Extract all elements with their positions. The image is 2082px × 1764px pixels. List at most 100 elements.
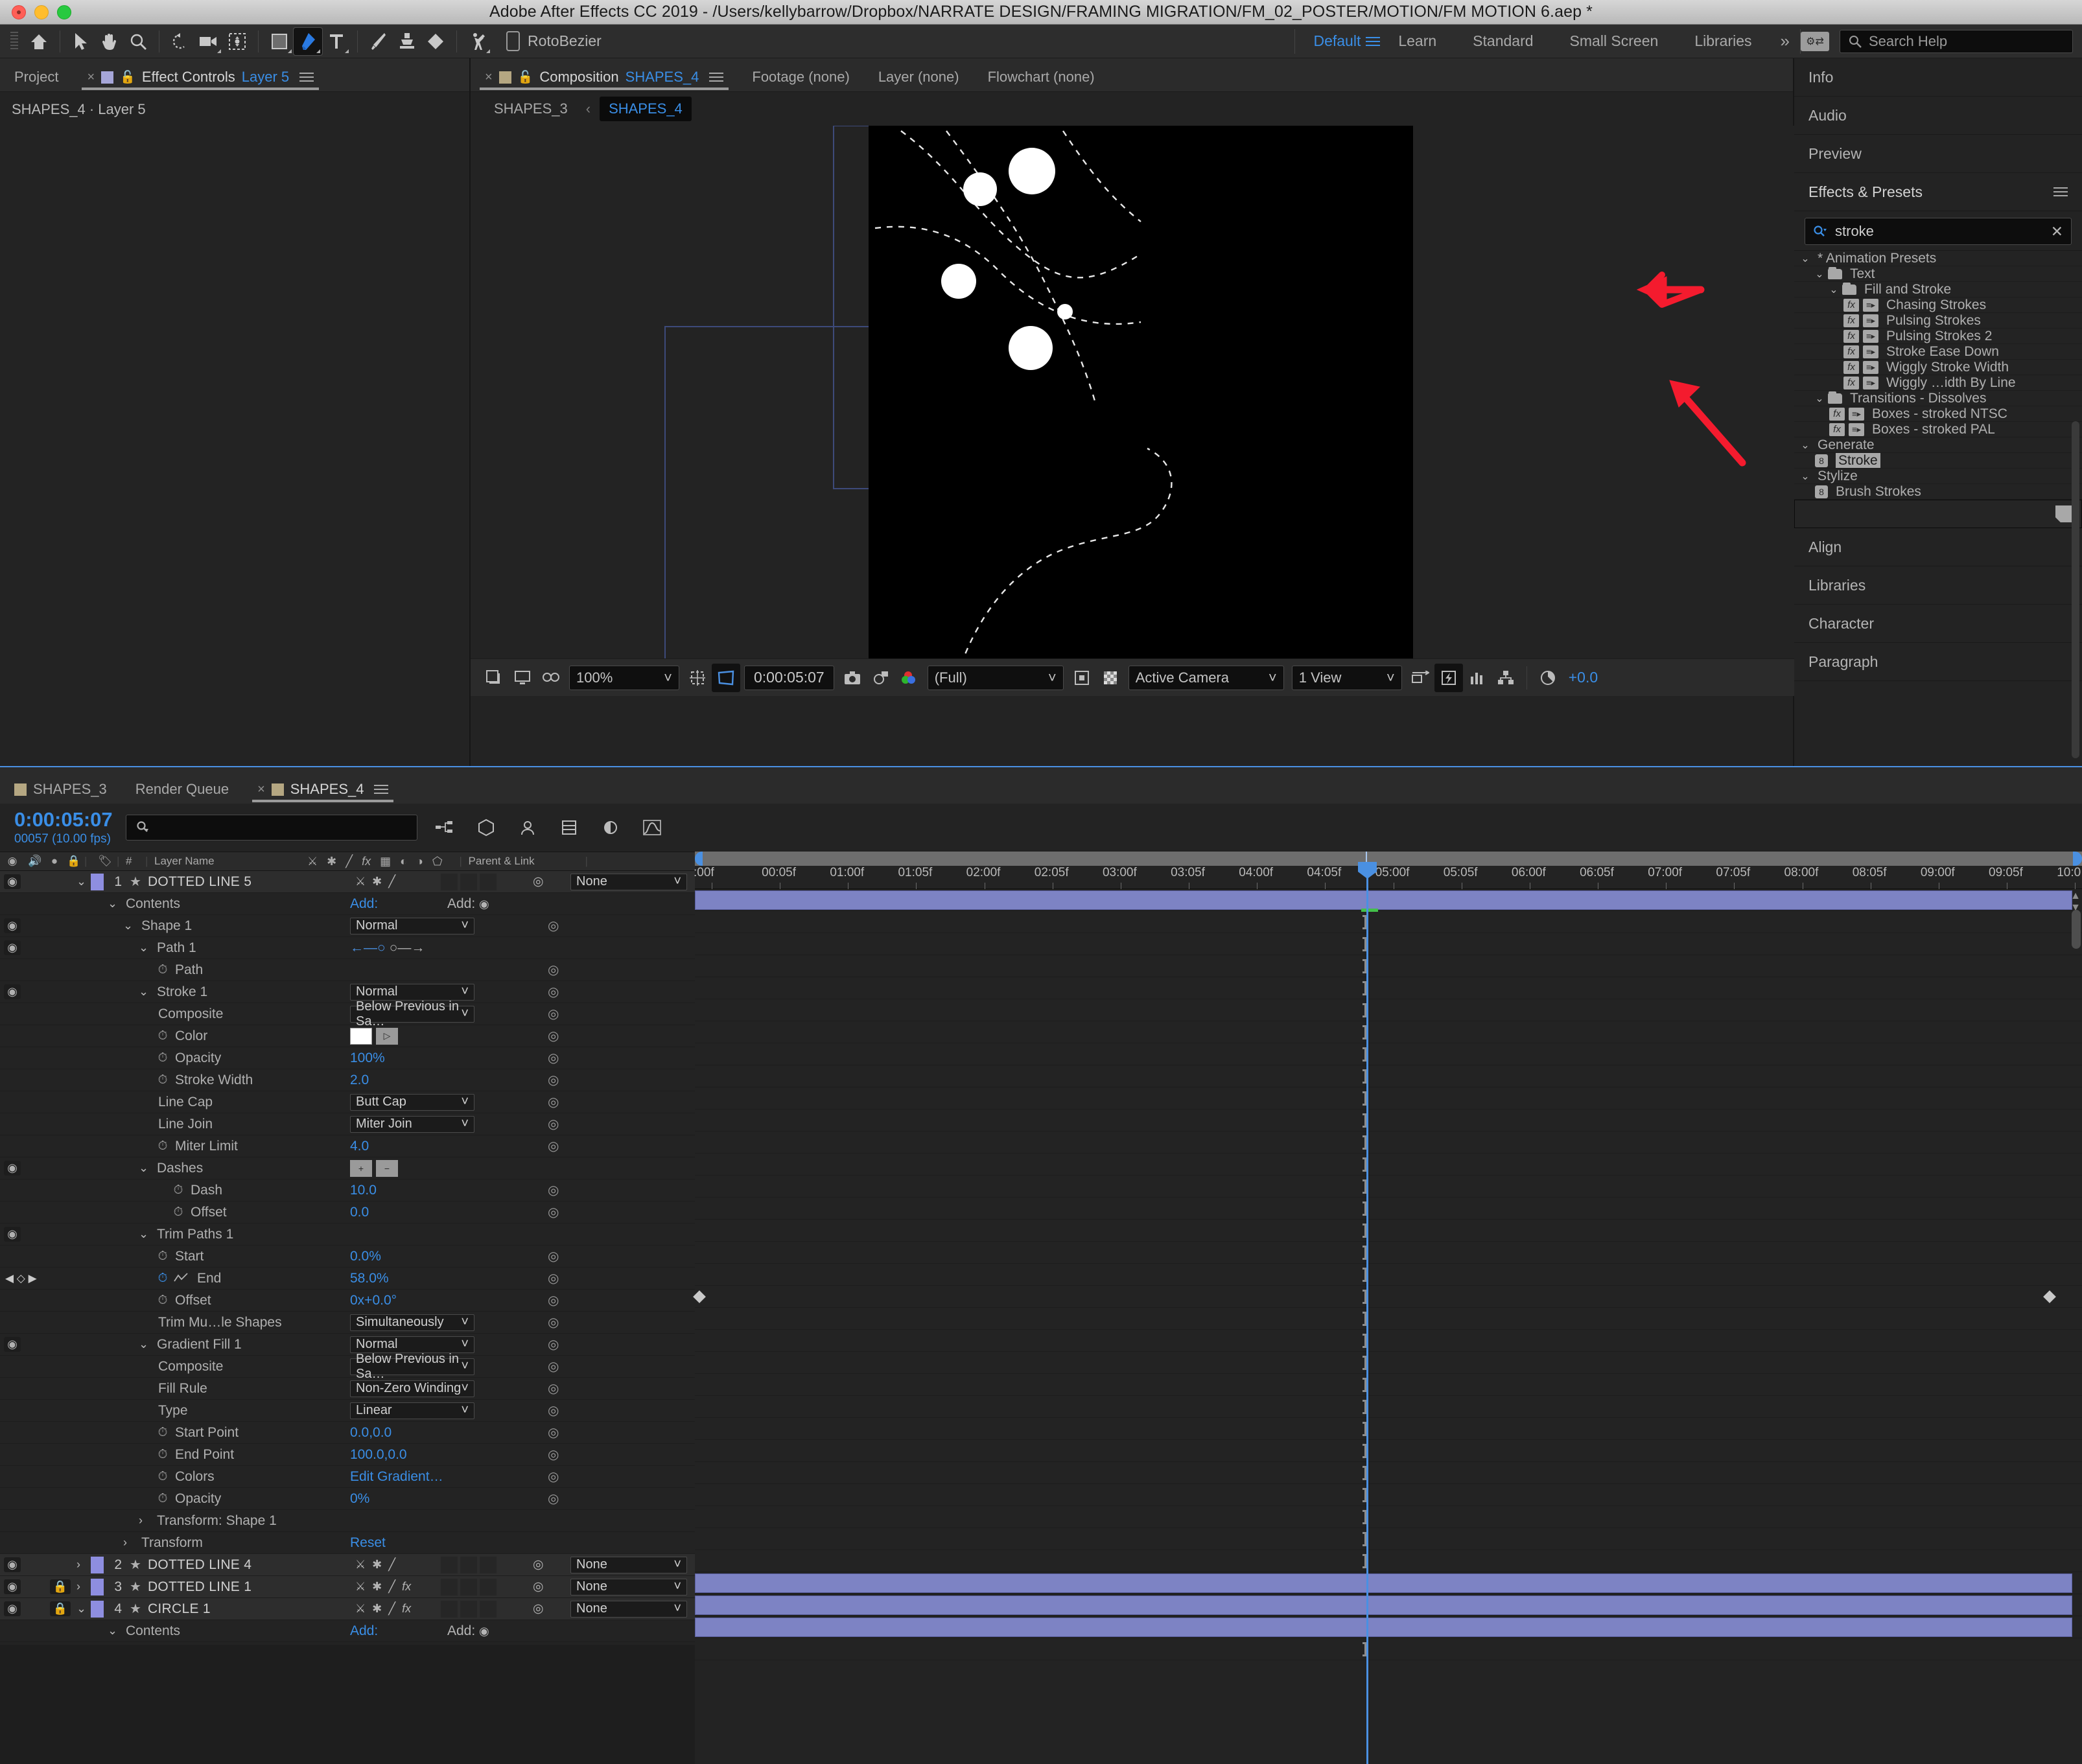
pan-behind-tool-icon[interactable] — [223, 28, 251, 55]
timeline-graph[interactable]: :00f 00:05f 01:00f 01:05f 02:00f 02:05f 03:00f… — [693, 852, 2082, 1764]
3d-glasses-icon[interactable] — [537, 664, 565, 692]
transform-reset-link[interactable]: Reset — [350, 1535, 386, 1551]
graph-editor-icon[interactable] — [638, 815, 666, 841]
effects-preset-item[interactable]: fx ≡▸ Boxes - stroked NTSC — [1794, 406, 2082, 422]
twirl-arrow-icon[interactable]: ⌄ — [139, 985, 153, 999]
tab-shapes3[interactable]: SHAPES_3 — [0, 775, 121, 804]
property-name[interactable]: Line Cap — [158, 1095, 213, 1110]
property-select[interactable]: Below Previous in Sa… ˅ — [350, 1352, 474, 1381]
layer-color-swatch[interactable] — [91, 873, 104, 890]
property-value[interactable]: 0.0,0.0 — [350, 1425, 392, 1441]
timeline-property-track-row[interactable] — [695, 1308, 2082, 1330]
panel-character[interactable]: Character — [1794, 605, 2082, 643]
property-value-container[interactable]: Reset — [350, 1535, 386, 1551]
keyframe-marker[interactable] — [2043, 1290, 2056, 1303]
effects-preset-item[interactable]: fx ≡▸ Pulsing Strokes 2 — [1794, 329, 2082, 344]
timeline-property-track-row[interactable] — [695, 1330, 2082, 1352]
property-value-container[interactable]: ▷ — [350, 1027, 398, 1045]
effects-preset-item[interactable]: fx ≡▸ Wiggly …idth By Line — [1794, 375, 2082, 391]
property-value-container[interactable]: Normal ˅ — [350, 917, 474, 934]
layer-duration-bar[interactable] — [695, 890, 2072, 910]
lock-icon[interactable]: 🔓 — [120, 69, 135, 85]
layer-switches[interactable]: ⚔ ✱ ╱ fx — [355, 1580, 411, 1594]
layer-switches[interactable]: ⚔ ✱ ╱ — [355, 875, 395, 888]
property-value[interactable]: Edit Gradient… — [350, 1469, 443, 1485]
layer-switch-boxes[interactable] — [441, 1556, 497, 1573]
layer-switch-boxes[interactable] — [441, 873, 497, 890]
property-value[interactable]: 100.0,0.0 — [350, 1447, 407, 1463]
eyedropper-icon[interactable]: ▷ — [376, 1027, 398, 1045]
layer-color-swatch[interactable] — [91, 1600, 104, 1618]
timeline-property-row[interactable]: ◉ ⌄ Trim Paths 1 — [0, 1224, 695, 1246]
timeline-property-track-row[interactable] — [695, 1087, 2082, 1109]
timeline-property-row[interactable]: › Transform Reset — [0, 1532, 695, 1554]
pixel-aspect-correction-icon[interactable] — [1406, 664, 1434, 692]
property-value-container[interactable]: Miter Join ˅ — [350, 1115, 474, 1133]
timeline-property-track-row[interactable] — [695, 1198, 2082, 1220]
effects-preset-item[interactable]: fx ≡▸ Stroke Ease Down — [1794, 344, 2082, 360]
layer-switch-boxes[interactable] — [441, 1600, 497, 1618]
property-name[interactable]: Stroke 1 — [157, 984, 207, 1000]
region-of-interest-icon[interactable] — [712, 663, 740, 692]
timeline-property-track-row[interactable] — [695, 1506, 2082, 1528]
timeline-property-row[interactable]: Composite Below Previous in Sa… ˅ ◎ — [0, 999, 695, 1028]
stopwatch-icon[interactable]: ⏱ — [154, 1271, 171, 1286]
twirl-arrow-icon[interactable]: › — [123, 1536, 137, 1549]
work-area-ruler[interactable] — [695, 852, 2082, 866]
twirl-arrow-icon[interactable]: ⌄ — [139, 1161, 153, 1175]
quality-switch-icon[interactable]: ╱ — [388, 1558, 395, 1572]
timeline-property-track-row[interactable] — [695, 1242, 2082, 1264]
timeline-property-track-row[interactable] — [695, 1109, 2082, 1132]
camera-tool-icon[interactable] — [194, 28, 223, 55]
stopwatch-icon[interactable]: ⏱ — [170, 1205, 187, 1220]
property-name[interactable]: Path — [175, 962, 203, 978]
expression-pickwhip-icon[interactable]: ◎ — [548, 1028, 559, 1044]
effects-preset-item[interactable]: ⌄ Generate — [1794, 437, 2082, 453]
property-name[interactable]: Colors — [175, 1469, 215, 1485]
composition-mini-flowchart-icon[interactable] — [430, 815, 459, 841]
property-name[interactable]: Transform — [141, 1535, 203, 1551]
property-value[interactable]: 10.0 — [350, 1183, 377, 1198]
tab-effect-controls[interactable]: × 🔓 Effect Controls Layer 5 — [73, 63, 328, 91]
eraser-tool-icon[interactable] — [421, 28, 450, 55]
timeline-property-track-row[interactable] — [695, 1638, 2082, 1660]
tab-project[interactable]: Project — [0, 63, 73, 91]
twirl-arrow-icon[interactable]: › — [76, 1558, 91, 1572]
composition-canvas[interactable] — [869, 126, 1413, 696]
timeline-vertical-scrollbar[interactable] — [2072, 910, 2081, 949]
pen-tool-icon[interactable] — [293, 27, 323, 56]
chevron-down-icon[interactable]: ⌄ — [1801, 470, 1810, 483]
tab-flowchart[interactable]: Flowchart (none) — [974, 63, 1109, 91]
property-value-container[interactable]: 100.0,0.0 — [350, 1447, 407, 1463]
exposure-icon[interactable] — [1534, 664, 1562, 692]
property-name[interactable]: End — [197, 1271, 221, 1286]
property-select[interactable]: Linear ˅ — [350, 1402, 474, 1419]
workspace-menu-icon[interactable] — [1366, 34, 1381, 49]
timeline-property-row[interactable]: › Transform: Shape 1 — [0, 1510, 695, 1532]
stopwatch-icon[interactable]: ⏱ — [154, 1470, 171, 1484]
effects-preset-item[interactable]: fx ≡▸ Wiggly Stroke Width — [1794, 360, 2082, 375]
twirl-arrow-icon[interactable]: ⌄ — [139, 1227, 153, 1241]
composition-panel-menu-icon[interactable] — [709, 70, 724, 84]
property-name[interactable]: Dash — [191, 1183, 222, 1198]
keyframe-navigator[interactable]: ◀ ◇ ▶ — [5, 1272, 37, 1285]
close-timeline-tab-icon[interactable]: × — [257, 782, 265, 797]
keyframe-marker[interactable] — [693, 1290, 706, 1303]
grid-guides-icon[interactable] — [683, 664, 712, 692]
breadcrumb-shapes4[interactable]: SHAPES_4 — [600, 97, 692, 121]
monitor-icon[interactable] — [508, 664, 537, 692]
tab-shapes4[interactable]: × SHAPES_4 — [243, 775, 403, 804]
property-select[interactable]: Simultaneously ˅ — [350, 1314, 474, 1331]
property-value-container[interactable]: + − — [350, 1159, 398, 1177]
transparency-grid-icon[interactable] — [1096, 664, 1125, 692]
expression-pickwhip-icon[interactable]: ◎ — [548, 1336, 559, 1352]
timeline-property-row[interactable]: ⏱ Offset 0x+0.0° ◎ — [0, 1290, 695, 1312]
rotobezier-checkbox[interactable] — [506, 31, 520, 51]
property-value-container[interactable]: ←—○ ○—→ — [350, 940, 425, 956]
timeline-property-row[interactable]: ◉ ⌄ Dashes + − — [0, 1157, 695, 1179]
effects-preset-item[interactable]: ⌄ Text — [1794, 266, 2082, 282]
timeline-layer-bar-row[interactable] — [695, 1572, 2082, 1594]
property-name[interactable]: Path 1 — [157, 940, 196, 956]
timeline-property-row[interactable]: ⏱ Opacity 0% ◎ — [0, 1488, 695, 1510]
property-name[interactable]: Type — [158, 1403, 188, 1419]
